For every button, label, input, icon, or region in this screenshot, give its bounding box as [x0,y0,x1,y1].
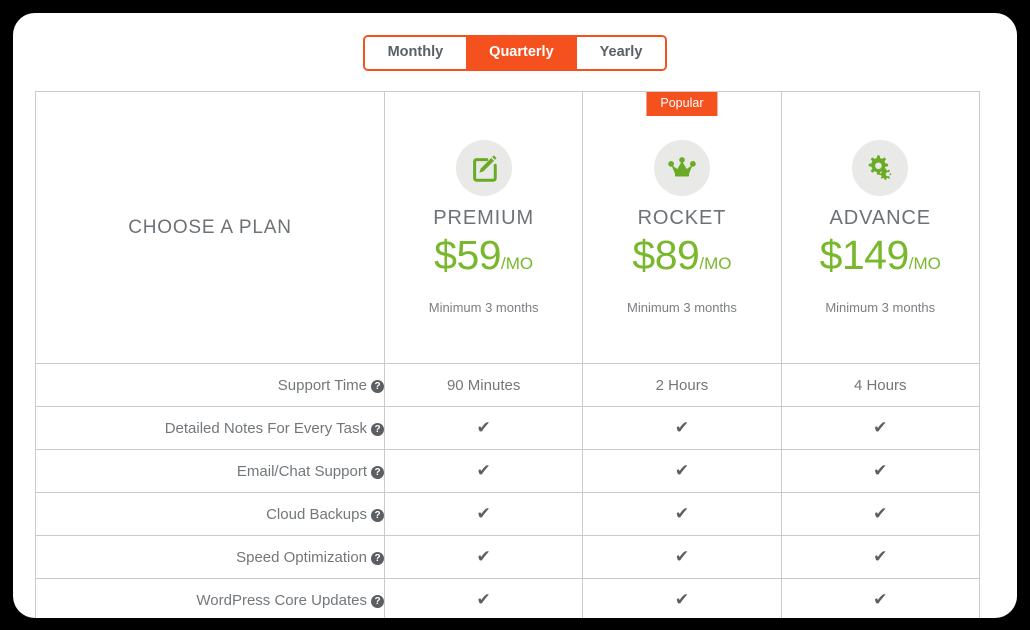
feature-value-cell: 90 Minutes [383,363,584,407]
help-icon[interactable]: ? [371,594,384,608]
plan-column-rocket[interactable]: Popular ROCKET $89/MO Minimum 3 months [582,91,782,364]
feature-value-cell: ✔ [383,535,584,579]
table-row: Support Time? 90 Minutes 2 Hours 4 Hours [35,363,980,407]
check-icon: ✔ [674,504,690,523]
plan-name-premium: PREMIUM [433,206,535,229]
check-icon: ✔ [476,461,491,480]
feature-value: 2 Hours [655,376,709,394]
feature-label-cell: Speed Optimization? [35,535,385,579]
check-icon: ✔ [476,418,491,437]
check-icon: ✔ [674,590,690,609]
feature-value-cell: 4 Hours [780,363,980,407]
feature-label-cell: WordPress Core Updates? [35,578,385,618]
help-icon[interactable]: ? [371,379,384,393]
plan-price-period: /MO [501,253,534,273]
feature-value-cell: 2 Hours [582,363,782,407]
status-badge-popular: Popular [646,92,718,116]
billing-toggle-wrapper: Monthly Quarterly Yearly [13,35,1017,71]
table-row: WordPress Core Updates? ✔ ✔ ✔ [35,578,980,618]
feature-label: Email/Chat Support [236,462,367,480]
plan-column-premium[interactable]: PREMIUM $59/MO Minimum 3 months [383,91,584,364]
feature-label: Cloud Backups [266,505,367,523]
plan-note-premium: Minimum 3 months [428,299,539,315]
check-icon: ✔ [674,461,690,480]
plan-price-amount: 59 [456,231,502,278]
help-icon[interactable]: ? [371,422,384,436]
plan-price-premium: $59/MO [385,232,582,288]
check-icon: ✔ [674,418,690,437]
check-icon: ✔ [873,547,888,566]
plan-price-amount: 89 [654,231,700,278]
feature-value-cell: ✔ [780,492,980,536]
feature-label: WordPress Core Updates [196,591,367,609]
tab-monthly[interactable]: Monthly [364,37,467,69]
check-icon: ✔ [476,547,491,566]
help-icon[interactable]: ? [371,465,384,479]
help-icon[interactable]: ? [371,508,384,522]
check-icon: ✔ [476,590,491,609]
plan-column-advance[interactable]: ADVANCE $149/MO Minimum 3 months [780,91,980,364]
feature-value-cell: ✔ [780,449,980,493]
feature-value-cell: ✔ [383,449,584,493]
feature-label-cell: Email/Chat Support? [35,449,385,493]
plan-price-advance: $149/MO [782,232,979,288]
feature-value-cell: ✔ [780,578,980,618]
feature-label-cell: Cloud Backups? [35,492,385,536]
plan-price-period: /MO [908,253,941,273]
feature-value-cell: ✔ [582,535,782,579]
crown-icon [653,139,710,196]
help-icon[interactable]: ? [371,551,384,565]
feature-value-cell: ✔ [582,578,782,618]
feature-label: Support Time [277,376,367,394]
plan-price-currency: $ [632,231,655,278]
feature-label: Speed Optimization [236,548,367,566]
check-icon: ✔ [873,461,888,480]
tab-quarterly[interactable]: Quarterly [466,37,577,69]
feature-label-cell: Detailed Notes For Every Task? [35,406,385,450]
check-icon: ✔ [674,547,690,566]
pricing-card: Monthly Quarterly Yearly CHOOSE A PLAN P… [13,13,1017,618]
plan-note-rocket: Minimum 3 months [627,299,737,315]
pencil-note-icon [455,139,512,196]
plan-price-period: /MO [699,253,732,273]
feature-value-cell: ✔ [383,578,584,618]
check-icon: ✔ [873,418,888,437]
pricing-table: CHOOSE A PLAN PREMIUM $59/MO Minimum 3 m… [35,91,980,618]
feature-value: 90 Minutes [446,376,521,394]
check-icon: ✔ [873,504,888,523]
choose-a-plan-cell: CHOOSE A PLAN [35,91,385,364]
plan-name-rocket: ROCKET [637,206,727,229]
tab-yearly[interactable]: Yearly [576,37,666,69]
feature-value-cell: ✔ [582,492,782,536]
table-row: Cloud Backups? ✔ ✔ ✔ [35,492,980,536]
table-row: Email/Chat Support? ✔ ✔ ✔ [35,449,980,493]
feature-value-cell: ✔ [383,406,584,450]
feature-label-cell: Support Time? [35,363,385,407]
feature-value-cell: ✔ [582,449,782,493]
plan-name-advance: ADVANCE [829,206,931,229]
page-title: CHOOSE A PLAN [128,216,292,238]
plan-price-rocket: $89/MO [583,232,780,288]
check-icon: ✔ [873,590,888,609]
table-row: Speed Optimization? ✔ ✔ ✔ [35,535,980,579]
feature-value: 4 Hours [853,376,907,394]
feature-value-cell: ✔ [383,492,584,536]
check-icon: ✔ [476,504,491,523]
plan-price-amount: 149 [841,231,909,278]
feature-label: Detailed Notes For Every Task [164,419,367,437]
gears-icon [852,139,909,196]
feature-value-cell: ✔ [780,406,980,450]
plan-price-currency: $ [819,231,843,278]
pricing-table-header-row: CHOOSE A PLAN PREMIUM $59/MO Minimum 3 m… [35,91,980,364]
plan-note-advance: Minimum 3 months [825,299,936,315]
feature-value-cell: ✔ [780,535,980,579]
plan-price-currency: $ [434,231,457,278]
table-row: Detailed Notes For Every Task? ✔ ✔ ✔ [35,406,980,450]
feature-value-cell: ✔ [582,406,782,450]
billing-period-toggle[interactable]: Monthly Quarterly Yearly [362,35,668,71]
